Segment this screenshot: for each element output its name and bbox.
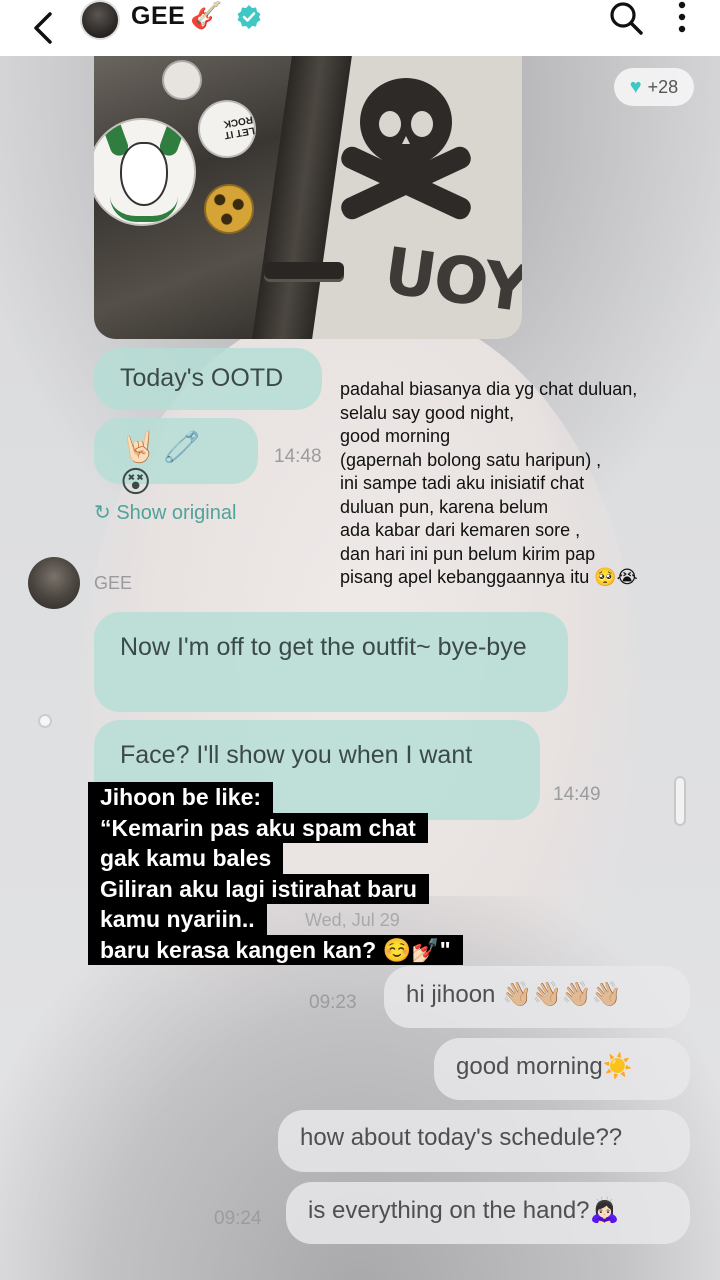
message-bubble-off[interactable]: Now I'm off to get the outfit~ bye-bye [94, 612, 568, 712]
message-bubble-emoji[interactable]: 🤘🏻🧷😵 [94, 418, 258, 499]
search-icon[interactable] [608, 0, 644, 36]
show-original-label: Show original [116, 502, 237, 524]
message-time: 09:24 [214, 1208, 262, 1229]
message-time: 14:48 [274, 446, 322, 467]
sent-message-bubble[interactable]: is everything on the hand?🙇🏻‍♀️ [286, 1182, 690, 1244]
pin-badge-small [162, 60, 202, 100]
caption-overlay: Jihoon be like: “Kemarin pas aku spam ch… [88, 782, 463, 965]
message-bubble-ootd[interactable]: Today's OOTD [94, 348, 322, 410]
translate-icon: ↻ [94, 502, 111, 524]
note-line: selalu say good night, [340, 402, 515, 423]
note-line: (gapernah bolong satu haripun) , [340, 449, 602, 470]
caption-line: Jihoon be like: [88, 782, 274, 813]
note-line: ini sampe tadi aku inisiatif chat [340, 473, 585, 493]
caption-line: kamu nyariin.. [88, 904, 267, 935]
chat-avatar[interactable] [80, 0, 120, 40]
heart-icon: ♥ [629, 75, 642, 98]
jacket-pocket-zip [264, 262, 344, 282]
note-line: dan hari ini pun belum kirim pap [340, 543, 596, 564]
more-vert-icon[interactable] [672, 0, 692, 36]
reaction-pill[interactable]: ♥ +28 [614, 68, 694, 106]
chat-title[interactable]: GEE [131, 2, 185, 31]
sender-name: GEE [94, 573, 133, 593]
badge-smile [110, 196, 178, 222]
caption-line: Giliran aku lagi istirahat baru [88, 873, 429, 904]
pin-badge-leopard [204, 184, 254, 234]
note-line: ada kabar dari kemaren sore , [340, 520, 581, 540]
note-line: padahal biasanya dia yg chat duluan, [340, 379, 638, 399]
back-arrow-icon[interactable] [24, 10, 64, 46]
message-time: 14:49 [553, 784, 601, 805]
overlay-note-text: padahal biasanya dia yg chat duluan, sel… [340, 378, 680, 590]
caption-line: gak kamu bales [88, 843, 284, 874]
note-line: duluan pun, karena belum [340, 496, 549, 517]
caption-line: baru kerasa kangen kan? ☺️💅🏻" [88, 934, 463, 965]
verified-badge-icon [237, 5, 261, 29]
message-time: 09:23 [309, 992, 357, 1013]
sent-message-bubble[interactable]: hi jihoon 👋🏼👋🏼👋🏼👋🏼 [384, 966, 690, 1028]
earring-right [676, 778, 684, 824]
reaction-count: +28 [647, 76, 679, 97]
sender-avatar[interactable] [28, 557, 80, 609]
skull-crossbones-graphic [341, 78, 471, 220]
note-line: pisang apel kebanggaannya itu 🥺😭 [340, 567, 638, 587]
sent-message-bubble[interactable]: good morning☀️ [434, 1038, 690, 1100]
photo-message[interactable]: UOY LET IT ROCK [94, 56, 522, 339]
top-bar: GEE 🎸 [0, 0, 720, 56]
guitar-emoji: 🎸 [190, 0, 223, 30]
show-original-link[interactable]: ↻ Show original [94, 500, 236, 525]
earring-left [40, 716, 50, 726]
note-line: good morning [340, 426, 451, 446]
sent-message-bubble[interactable]: how about today's schedule?? [278, 1110, 690, 1172]
caption-line: “Kemarin pas aku spam chat [88, 812, 428, 843]
